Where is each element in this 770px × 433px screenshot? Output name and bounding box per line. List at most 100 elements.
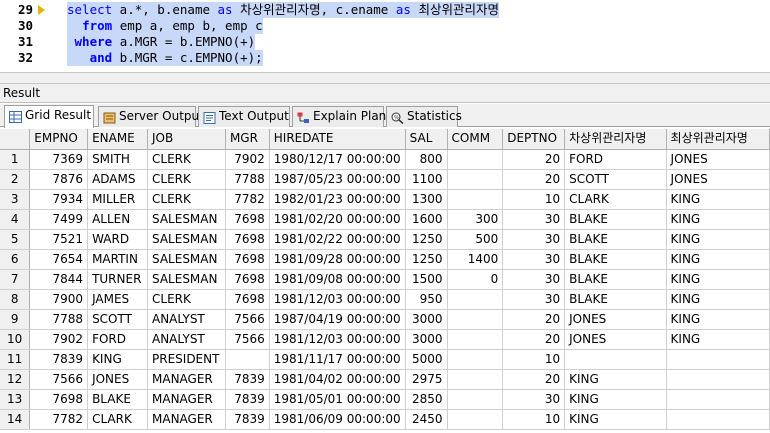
table-cell[interactable]: BLAKE xyxy=(564,249,667,270)
table-cell[interactable]: 500 xyxy=(447,229,504,250)
table-cell[interactable]: 7698 xyxy=(225,249,270,270)
table-cell[interactable]: 1981/11/17 00:00:00 xyxy=(269,349,406,370)
table-cell[interactable]: 7839 xyxy=(29,349,89,370)
table-cell[interactable]: 7876 xyxy=(29,169,89,190)
column-header[interactable]: HIREDATE xyxy=(269,129,406,150)
table-cell[interactable]: WARD xyxy=(87,229,148,250)
table-cell[interactable]: SALESMAN xyxy=(147,269,226,290)
table-row[interactable]: 6 7654 MARTIN SALESMAN 7698 1981/09/28 00:00:… xyxy=(0,249,770,270)
table-cell[interactable]: KING xyxy=(564,409,667,430)
table-cell[interactable]: 7782 xyxy=(225,189,270,210)
table-cell[interactable] xyxy=(666,389,770,410)
table-cell[interactable] xyxy=(447,369,504,390)
table-cell[interactable]: CLERK xyxy=(147,149,226,170)
tab-server-output[interactable]: Server Output xyxy=(98,106,204,127)
table-cell[interactable] xyxy=(447,189,504,210)
column-header[interactable]: MGR xyxy=(225,129,270,150)
table-cell[interactable] xyxy=(447,149,504,170)
table-row[interactable]: 8 7900 JAMES CLERK 7698 1981/12/03 00:00:00 95… xyxy=(0,289,770,310)
table-cell[interactable]: 7839 xyxy=(225,369,270,390)
row-number[interactable]: 3 xyxy=(0,189,31,210)
editor-line[interactable]: 29 select a.*, b.ename as 차상위관리자명, c.enam… xyxy=(0,2,770,18)
table-cell[interactable]: BLAKE xyxy=(564,209,667,230)
table-cell[interactable]: SALESMAN xyxy=(147,209,226,230)
table-cell[interactable]: 7788 xyxy=(29,309,89,330)
table-cell[interactable]: 1981/12/03 00:00:00 xyxy=(269,329,406,350)
tab-explain-plan[interactable]: Explain Plan xyxy=(292,106,386,127)
table-cell[interactable]: 1400 xyxy=(447,249,504,270)
table-cell[interactable] xyxy=(666,349,770,370)
table-cell[interactable]: KING xyxy=(666,209,770,230)
table-row[interactable]: 3 7934 MILLER CLERK 7782 1982/01/23 00:00:00 1… xyxy=(0,189,770,210)
row-number[interactable]: 1 xyxy=(0,149,31,170)
table-cell[interactable]: 1250 xyxy=(405,229,448,250)
table-row[interactable]: 5 7521 WARD SALESMAN 7698 1981/02/22 00:00:00… xyxy=(0,229,770,250)
row-number[interactable]: 11 xyxy=(0,349,31,370)
row-number[interactable]: 4 xyxy=(0,209,31,230)
table-cell[interactable]: 1250 xyxy=(405,249,448,270)
table-cell[interactable]: 1981/02/22 00:00:00 xyxy=(269,229,406,250)
table-cell[interactable]: 7521 xyxy=(29,229,89,250)
table-cell[interactable]: BLAKE xyxy=(564,289,667,310)
table-cell[interactable]: ANALYST xyxy=(147,329,226,350)
table-cell[interactable]: BLAKE xyxy=(564,229,667,250)
table-cell[interactable]: 1987/04/19 00:00:00 xyxy=(269,309,406,330)
table-cell[interactable]: SCOTT xyxy=(564,169,667,190)
table-cell[interactable]: 950 xyxy=(405,289,448,310)
column-header[interactable]: JOB xyxy=(147,129,226,150)
tab-text-output[interactable]: Text Output xyxy=(198,106,290,127)
table-cell[interactable]: KING xyxy=(87,349,148,370)
table-cell[interactable]: BLAKE xyxy=(87,389,148,410)
table-cell[interactable]: CLERK xyxy=(147,169,226,190)
table-cell[interactable] xyxy=(447,169,504,190)
table-cell[interactable]: MILLER xyxy=(87,189,148,210)
table-cell[interactable]: KING xyxy=(666,329,770,350)
table-cell[interactable]: 1981/12/03 00:00:00 xyxy=(269,289,406,310)
table-cell[interactable]: 20 xyxy=(502,309,566,330)
table-cell[interactable]: KING xyxy=(666,229,770,250)
table-cell[interactable]: 1981/06/09 00:00:00 xyxy=(269,409,406,430)
table-cell[interactable]: ADAMS xyxy=(87,169,148,190)
splitter[interactable] xyxy=(0,72,770,84)
tab-statistics[interactable]: % Statistics xyxy=(386,106,462,127)
table-cell[interactable]: BLAKE xyxy=(564,269,667,290)
table-row[interactable]: 10 7902 FORD ANALYST 7566 1981/12/03 00:00:00… xyxy=(0,329,770,350)
table-cell[interactable]: 1980/12/17 00:00:00 xyxy=(269,149,406,170)
table-cell[interactable]: 1981/05/01 00:00:00 xyxy=(269,389,406,410)
table-cell[interactable]: CLERK xyxy=(147,189,226,210)
table-cell[interactable]: KING xyxy=(666,189,770,210)
column-header[interactable]: 최상위관리자명 xyxy=(666,129,770,150)
table-cell[interactable]: 30 xyxy=(502,289,566,310)
sql-editor[interactable]: 29 select a.*, b.ename as 차상위관리자명, c.enam… xyxy=(0,0,770,72)
table-cell[interactable]: 30 xyxy=(502,389,566,410)
table-cell[interactable]: KING xyxy=(666,289,770,310)
table-cell[interactable]: CLARK xyxy=(564,189,667,210)
table-cell[interactable]: 10 xyxy=(502,349,566,370)
table-cell[interactable]: FORD xyxy=(87,329,148,350)
row-number[interactable]: 9 xyxy=(0,309,31,330)
table-cell[interactable]: JAMES xyxy=(87,289,148,310)
table-cell[interactable]: 1987/05/23 00:00:00 xyxy=(269,169,406,190)
table-cell[interactable]: 7902 xyxy=(29,329,89,350)
table-cell[interactable]: 2450 xyxy=(405,409,448,430)
table-cell[interactable]: KING xyxy=(564,389,667,410)
table-cell[interactable]: 20 xyxy=(502,149,566,170)
table-cell[interactable]: 7566 xyxy=(29,369,89,390)
editor-line[interactable]: 32 and b.MGR = c.EMPNO(+); xyxy=(0,50,770,66)
table-row[interactable]: 12 7566 JONES MANAGER 7839 1981/04/02 00:00:0… xyxy=(0,369,770,390)
table-cell[interactable]: 20 xyxy=(502,369,566,390)
table-row[interactable]: 13 7698 BLAKE MANAGER 7839 1981/05/01 00:00:0… xyxy=(0,389,770,410)
table-cell[interactable]: 1981/09/08 00:00:00 xyxy=(269,269,406,290)
table-cell[interactable]: TURNER xyxy=(87,269,148,290)
table-cell[interactable]: 1500 xyxy=(405,269,448,290)
table-cell[interactable]: 1981/09/28 00:00:00 xyxy=(269,249,406,270)
row-number[interactable]: 7 xyxy=(0,269,31,290)
column-header[interactable]: EMPNO xyxy=(29,129,89,150)
table-cell[interactable]: JONES xyxy=(666,169,770,190)
table-cell[interactable]: ALLEN xyxy=(87,209,148,230)
table-cell[interactable]: 7844 xyxy=(29,269,89,290)
column-header[interactable]: ENAME xyxy=(87,129,148,150)
table-cell[interactable]: 10 xyxy=(502,409,566,430)
table-cell[interactable]: 7566 xyxy=(225,309,270,330)
tab-grid-result[interactable]: Grid Result xyxy=(4,105,94,128)
